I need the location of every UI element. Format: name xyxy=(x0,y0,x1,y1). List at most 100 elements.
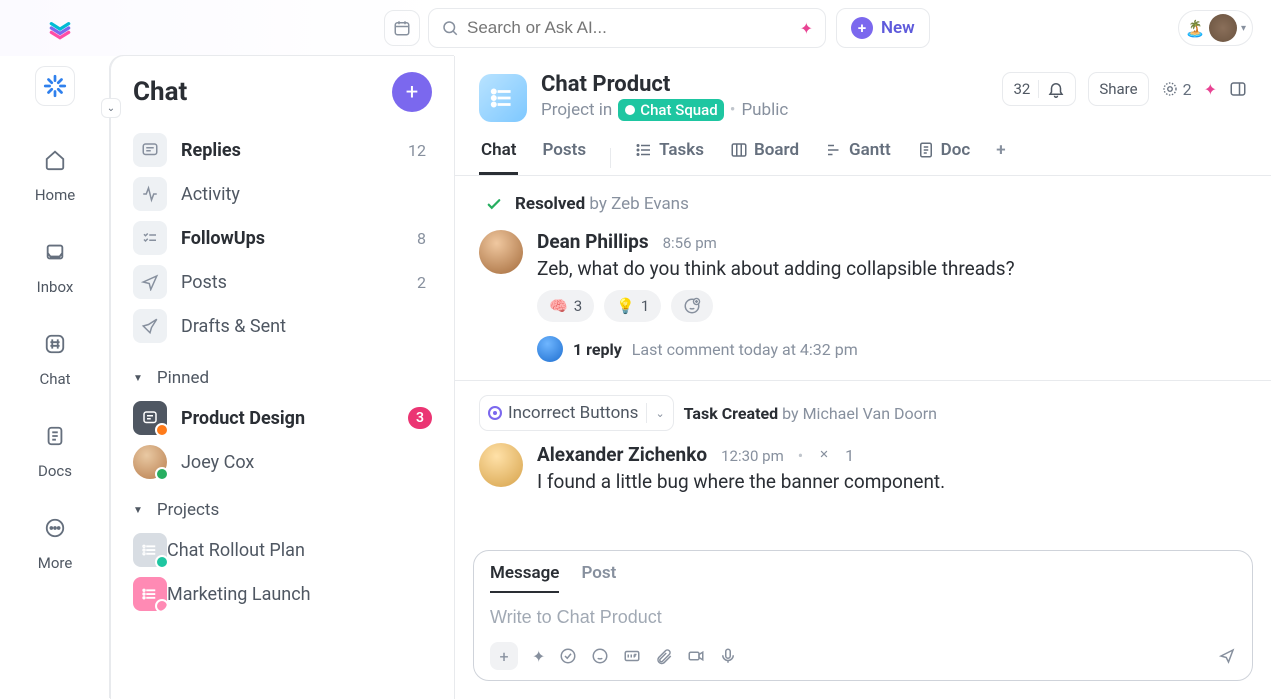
brain-icon xyxy=(1161,80,1179,98)
account-menu[interactable]: 🏝️ ▾ xyxy=(1178,10,1253,46)
pinned-product-design[interactable]: Product Design 3 xyxy=(121,396,444,440)
rail-chat[interactable]: Chat xyxy=(35,324,75,388)
channel-header: Chat Product Project in Chat Squad • Pub… xyxy=(455,56,1271,176)
avatar[interactable] xyxy=(479,443,523,487)
bell-icon xyxy=(1047,80,1065,98)
main-panel: Chat Product Project in Chat Squad • Pub… xyxy=(455,56,1271,699)
pinned-header[interactable]: ▼Pinned xyxy=(121,368,444,396)
clickup-logo-icon xyxy=(46,14,74,42)
send-icon xyxy=(133,265,167,299)
message-author[interactable]: Dean Phillips xyxy=(537,230,649,253)
reaction[interactable]: 💡1 xyxy=(604,290,661,322)
ai-icon[interactable]: ✦ xyxy=(532,647,545,666)
mic-icon[interactable] xyxy=(719,647,737,665)
composer-tab-post[interactable]: Post xyxy=(581,563,616,593)
chevron-down-icon: ▾ xyxy=(1241,23,1246,34)
rail-docs[interactable]: Docs xyxy=(35,416,75,480)
panel-icon[interactable] xyxy=(1229,80,1247,98)
tab-posts[interactable]: Posts xyxy=(540,140,588,175)
nav-posts[interactable]: Posts 2 xyxy=(121,260,444,304)
chevron-down-icon: ▼ xyxy=(133,505,143,516)
channel-icon xyxy=(133,401,167,435)
resolved-banner: Resolved by Zeb Evans xyxy=(479,190,1247,218)
new-button[interactable]: + New xyxy=(836,8,930,48)
emoji-icon[interactable] xyxy=(591,647,609,665)
attach-icon[interactable] xyxy=(655,647,673,665)
nav-followups[interactable]: FollowUps 8 xyxy=(121,216,444,260)
nav-label: Drafts & Sent xyxy=(181,316,432,337)
search-bar[interactable]: ✦ xyxy=(428,8,826,48)
notification-dot xyxy=(155,423,169,437)
chevron-down-icon[interactable]: ⌄ xyxy=(101,98,121,118)
task-icon[interactable] xyxy=(559,647,577,665)
pinned-joey-cox[interactable]: Joey Cox xyxy=(121,440,444,484)
add-reaction-button[interactable] xyxy=(671,290,713,322)
rail-label: More xyxy=(38,554,73,572)
tab-gantt[interactable]: Gantt xyxy=(823,140,893,175)
squad-chip[interactable]: Chat Squad xyxy=(618,99,723,121)
ai-sparkle-icon[interactable]: ✦ xyxy=(1204,80,1217,99)
reply-icon xyxy=(133,133,167,167)
status-dot xyxy=(155,555,169,569)
add-view-button[interactable]: + xyxy=(994,140,1007,175)
composer-input[interactable] xyxy=(490,601,1236,634)
project-marketing-launch[interactable]: Marketing Launch xyxy=(121,572,444,616)
rail-label: Chat xyxy=(39,370,70,388)
tab-chat[interactable]: Chat xyxy=(479,140,518,175)
reaction[interactable]: 🧠3 xyxy=(537,290,594,322)
avatar xyxy=(1209,14,1237,42)
new-chat-button[interactable]: + xyxy=(392,72,432,112)
search-icon xyxy=(441,19,459,37)
chevron-down-icon[interactable]: ⌄ xyxy=(655,407,664,420)
tab-board[interactable]: Board xyxy=(728,140,801,175)
composer-tab-message[interactable]: Message xyxy=(490,563,559,593)
checklist-icon xyxy=(133,221,167,255)
nav-count: 2 xyxy=(417,273,426,292)
nav-activity[interactable]: Activity xyxy=(121,172,444,216)
nav-label: Replies xyxy=(181,140,408,161)
inbox-icon xyxy=(35,232,75,272)
tab-doc[interactable]: Doc xyxy=(915,140,973,175)
pinned-label: Joey Cox xyxy=(181,452,432,473)
message-time: 12:30 pm xyxy=(721,447,784,465)
rail-label: Inbox xyxy=(37,278,74,296)
task-chip[interactable]: Incorrect Buttons ⌄ xyxy=(479,395,674,431)
top-bar: ✦ + New 🏝️ ▾ xyxy=(0,0,1271,56)
presence-dot xyxy=(155,467,169,481)
message-text: Zeb, what do you think about adding coll… xyxy=(537,257,1247,280)
message-time: 8:56 pm xyxy=(663,234,717,252)
search-input[interactable] xyxy=(467,18,800,38)
=: Project in xyxy=(541,100,612,120)
project-chat-rollout[interactable]: Chat Rollout Plan xyxy=(121,528,444,572)
status-icon xyxy=(488,406,502,420)
members-button[interactable]: 32 xyxy=(1002,72,1076,106)
calendar-button[interactable] xyxy=(384,10,420,46)
nav-drafts[interactable]: Drafts & Sent xyxy=(121,304,444,348)
rail-home[interactable]: Home xyxy=(35,140,75,204)
rail-workspace[interactable]: ⌄ xyxy=(35,66,75,112)
list-icon xyxy=(133,577,167,611)
nav-rail: ⌄ Home Inbox Chat Docs More xyxy=(0,56,110,699)
gif-icon[interactable] xyxy=(623,647,641,665)
message-text: I found a little bug where the banner co… xyxy=(537,470,1247,493)
message-author[interactable]: Alexander Zichenko xyxy=(537,443,707,466)
nav-label: FollowUps xyxy=(181,228,417,249)
send-icon[interactable] xyxy=(1218,647,1236,665)
ai-brain-button[interactable]: 2 xyxy=(1161,80,1192,99)
nav-count: 12 xyxy=(408,141,426,160)
share-button[interactable]: Share xyxy=(1088,72,1148,106)
avatar xyxy=(537,336,563,362)
video-icon[interactable] xyxy=(687,647,705,665)
thread-summary[interactable]: 1 reply Last comment today at 4:32 pm xyxy=(537,336,1247,362)
projects-header[interactable]: ▼Projects xyxy=(121,500,444,528)
nav-replies[interactable]: Replies 12 xyxy=(121,128,444,172)
doc-icon xyxy=(35,416,75,456)
tab-tasks[interactable]: Tasks xyxy=(633,140,706,175)
rail-inbox[interactable]: Inbox xyxy=(35,232,75,296)
nav-label: Posts xyxy=(181,272,417,293)
check-icon xyxy=(485,195,503,213)
avatar[interactable] xyxy=(479,230,523,274)
drafts-icon xyxy=(133,309,167,343)
composer-add-button[interactable]: + xyxy=(490,642,518,670)
rail-more[interactable]: More xyxy=(35,508,75,572)
